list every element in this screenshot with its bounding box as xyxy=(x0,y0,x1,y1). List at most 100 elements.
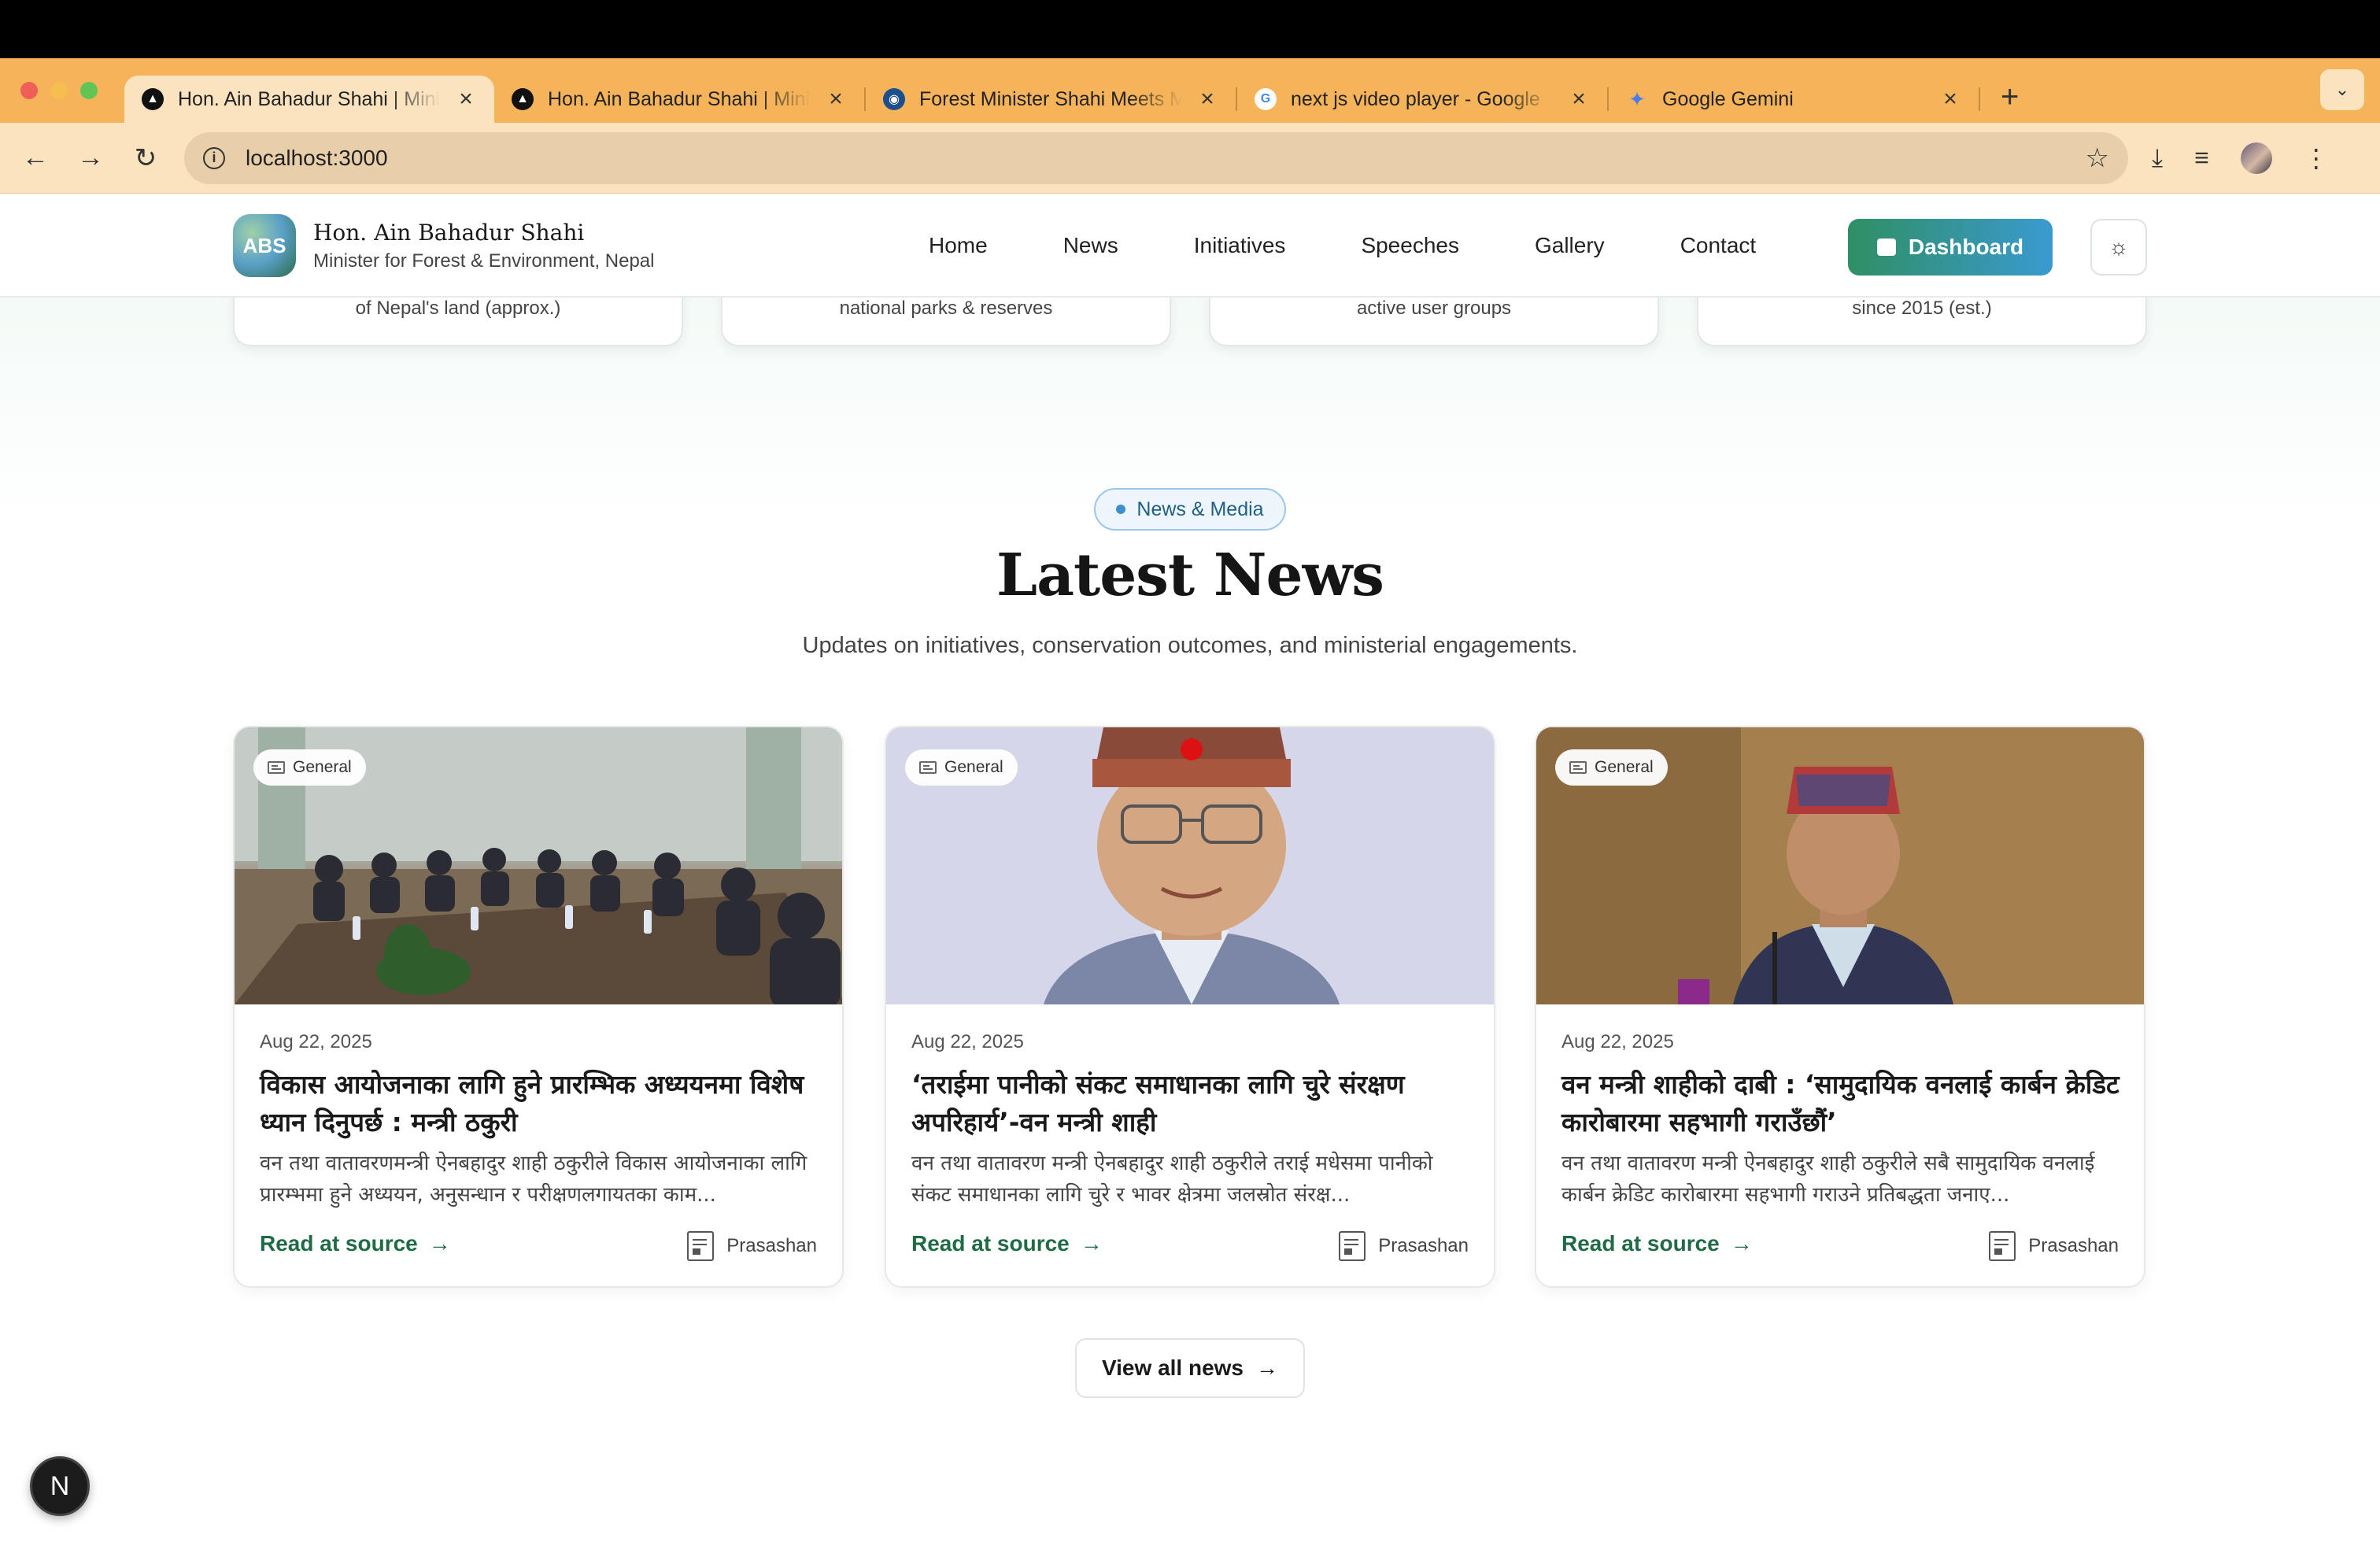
close-window-button[interactable] xyxy=(20,82,38,99)
read-link-label: Read at source xyxy=(1561,1231,1720,1256)
newspaper-icon xyxy=(919,761,937,774)
section-pill: News & Media xyxy=(1094,488,1286,531)
close-icon[interactable]: × xyxy=(1939,86,1961,113)
tab-title: Google Gemini xyxy=(1662,87,1794,110)
stat-caption: of Nepal's land (approx.) xyxy=(355,298,561,319)
brand-text: Hon. Ain Bahadur Shahi Minister for Fore… xyxy=(313,220,655,272)
browser-tab[interactable]: G next js video player - Google × xyxy=(1237,76,1607,123)
browser-tab[interactable]: ✦ Google Gemini × xyxy=(1609,76,1979,123)
browser-tab[interactable]: ▲ Hon. Ain Bahadur Shahi | Mini × xyxy=(124,76,494,123)
nav-speeches[interactable]: Speeches xyxy=(1361,222,1459,269)
browser-tab[interactable]: ◉ Forest Minister Shahi Meets M × xyxy=(866,76,1236,123)
category-label: General xyxy=(293,758,352,776)
tab-title: next js video player - Google xyxy=(1291,87,1540,110)
view-all-news-button[interactable]: View all news → xyxy=(1075,1338,1305,1398)
site-header: ABS Hon. Ain Bahadur Shahi Minister for … xyxy=(0,194,2380,298)
brand-subtitle: Minister for Forest & Environment, Nepal xyxy=(313,250,655,272)
brand-link[interactable]: ABS Hon. Ain Bahadur Shahi Minister for … xyxy=(233,214,655,277)
news-title[interactable]: विकास आयोजनाका लागि हुने प्रारम्भिक अध्य… xyxy=(260,1066,826,1141)
news-card[interactable]: General Aug 22, 2025 ‘तराईमा पानीको संकट… xyxy=(885,726,1495,1288)
source-name: Prasashan xyxy=(2028,1235,2119,1256)
minimize-window-button[interactable] xyxy=(50,82,68,99)
section-subtitle: Updates on initiatives, conservation out… xyxy=(802,633,1578,658)
brand-name: Hon. Ain Bahadur Shahi xyxy=(313,219,585,246)
news-date: Aug 22, 2025 xyxy=(1561,1031,1674,1052)
news-card-image: General xyxy=(1536,727,2144,1004)
window-controls xyxy=(20,82,98,99)
triangle-favicon-icon: ▲ xyxy=(142,88,164,110)
read-at-source-link[interactable]: Read at source → xyxy=(911,1231,1103,1256)
new-tab-plus-icon[interactable]: + xyxy=(2001,80,2019,115)
gemini-favicon-icon: ✦ xyxy=(1628,87,1646,111)
news-card-image: General xyxy=(886,727,1494,1004)
media-queue-icon[interactable]: ≡ xyxy=(2194,143,2209,172)
tab-title: Hon. Ain Bahadur Shahi | Mini xyxy=(178,87,441,110)
news-title[interactable]: वन मन्त्री शाहीको दाबी : ‘सामुदायिक वनला… xyxy=(1561,1066,2128,1141)
arrow-right-icon: → xyxy=(428,1231,451,1256)
newspaper-icon xyxy=(687,1231,715,1261)
tab-search-chevron-icon[interactable]: ⌄ xyxy=(2320,69,2364,110)
newspaper-icon xyxy=(268,761,285,774)
newspaper-icon xyxy=(1339,1231,1366,1261)
bookmark-star-icon[interactable]: ☆ xyxy=(2086,142,2109,174)
nav-home[interactable]: Home xyxy=(929,222,988,269)
news-card[interactable]: General Aug 22, 2025 वन मन्त्री शाहीको द… xyxy=(1535,726,2145,1288)
site-info-icon[interactable]: i xyxy=(203,146,225,169)
news-date: Aug 22, 2025 xyxy=(260,1031,372,1052)
toolbar-actions: ⤓ ≡ ⋮ xyxy=(2152,142,2329,174)
nav-gallery[interactable]: Gallery xyxy=(1535,222,1605,269)
nav-initiatives[interactable]: Initiatives xyxy=(1194,222,1286,269)
dashboard-label: Dashboard xyxy=(1908,235,2024,259)
read-at-source-link[interactable]: Read at source → xyxy=(260,1231,451,1256)
news-title[interactable]: ‘तराईमा पानीको संकट समाधानका लागि चुरे स… xyxy=(911,1066,1478,1141)
read-link-label: Read at source xyxy=(260,1231,418,1256)
address-bar[interactable]: i localhost:3000 ☆ xyxy=(184,131,2128,184)
close-icon[interactable]: × xyxy=(825,86,847,113)
url-text[interactable]: localhost:3000 xyxy=(246,146,2086,171)
arrow-right-icon: → xyxy=(1080,1231,1103,1256)
browser-toolbar: ← → ↻ i localhost:3000 ☆ ⤓ ≡ ⋮ xyxy=(0,123,2380,194)
stat-caption: national parks & reserves xyxy=(839,298,1053,319)
zoom-window-button[interactable] xyxy=(80,82,98,99)
profile-avatar[interactable] xyxy=(2240,142,2272,174)
news-card[interactable]: General Aug 22, 2025 विकास आयोजनाका लागि… xyxy=(233,726,844,1288)
theme-toggle-button[interactable]: ☼ xyxy=(2090,219,2147,276)
more-menu-icon[interactable]: ⋮ xyxy=(2304,143,2329,173)
forward-arrow-icon[interactable]: → xyxy=(63,142,118,173)
nav-news[interactable]: News xyxy=(1063,222,1118,269)
stat-caption: active user groups xyxy=(1356,298,1512,319)
news-source: Prasashan xyxy=(687,1231,817,1261)
system-top-bar xyxy=(0,0,2380,58)
tab-divider xyxy=(1979,87,1980,111)
dashboard-button[interactable]: Dashboard xyxy=(1848,219,2053,276)
nextjs-dev-indicator[interactable]: N xyxy=(30,1456,90,1516)
pill-label: News & Media xyxy=(1136,497,1264,520)
brand-logo: ABS xyxy=(233,214,296,277)
reload-icon[interactable]: ↻ xyxy=(118,142,173,174)
google-favicon-icon: G xyxy=(1255,88,1277,110)
close-icon[interactable]: × xyxy=(1196,86,1218,113)
category-badge: General xyxy=(253,749,366,786)
source-name: Prasashan xyxy=(726,1235,817,1256)
source-name: Prasashan xyxy=(1378,1235,1469,1256)
news-source: Prasashan xyxy=(1989,1231,2119,1261)
read-at-source-link[interactable]: Read at source → xyxy=(1561,1231,1753,1256)
close-icon[interactable]: × xyxy=(455,86,477,113)
nav-contact[interactable]: Contact xyxy=(1680,222,1757,269)
read-link-label: Read at source xyxy=(911,1231,1070,1256)
news-excerpt: वन तथा वातावरण मन्त्री ऐनबहादुर शाही ठकु… xyxy=(911,1152,1433,1207)
tab-title: Hon. Ain Bahadur Shahi | Mini xyxy=(548,87,811,110)
back-arrow-icon[interactable]: ← xyxy=(8,142,63,173)
arrow-right-icon: → xyxy=(1730,1231,1753,1256)
news-excerpt: वन तथा वातावरणमन्त्री ऐनबहादुर शाही ठकुर… xyxy=(260,1152,808,1207)
category-badge: General xyxy=(1555,749,1668,786)
browser-tab[interactable]: ▲ Hon. Ain Bahadur Shahi | Mini × xyxy=(494,76,864,123)
triangle-favicon-icon: ▲ xyxy=(512,88,534,110)
arrow-right-icon: → xyxy=(1256,1356,1279,1380)
chat-bubble-icon xyxy=(1876,239,1896,256)
download-icon[interactable]: ⤓ xyxy=(2152,143,2163,173)
news-date: Aug 22, 2025 xyxy=(911,1031,1024,1052)
view-all-label: View all news xyxy=(1101,1356,1244,1380)
close-icon[interactable]: × xyxy=(1568,86,1590,113)
news-source: Prasashan xyxy=(1339,1231,1469,1261)
